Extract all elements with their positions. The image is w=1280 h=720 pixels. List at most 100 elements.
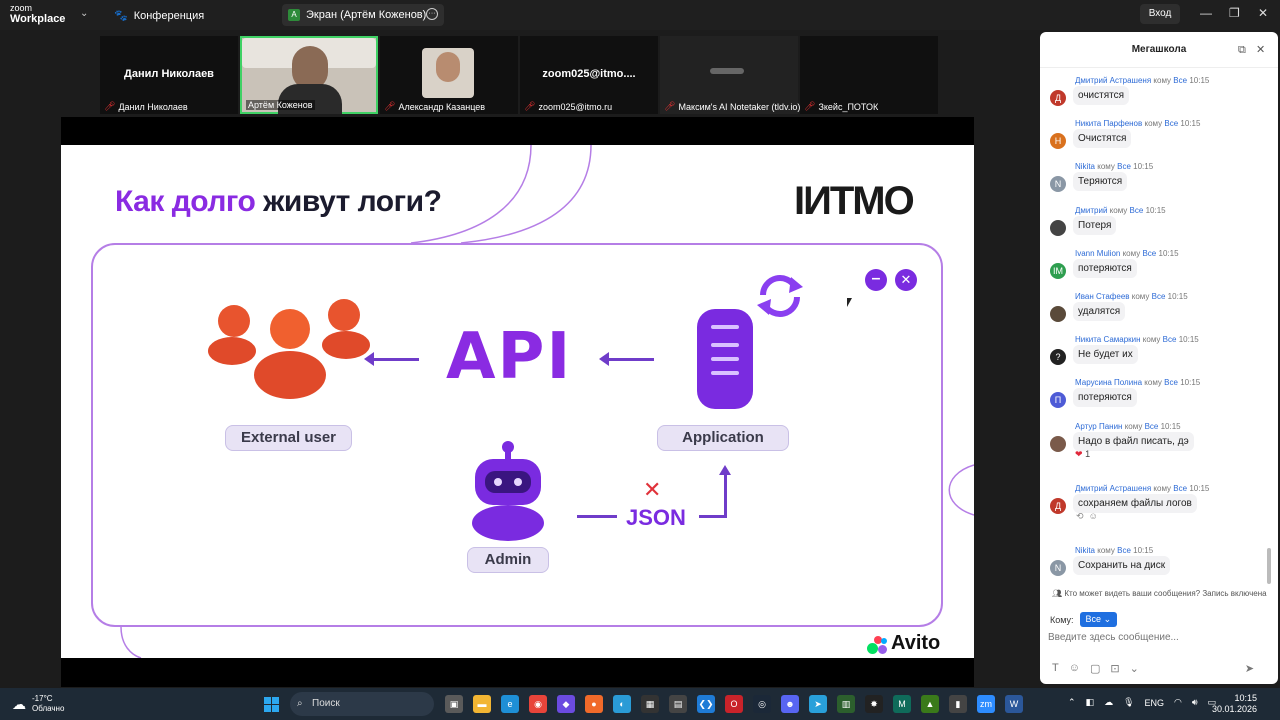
arrow-head-left	[364, 352, 374, 366]
participant-tile[interactable]: 🎤︎ Зкейс_ПОТОК	[800, 36, 938, 114]
app-icon[interactable]: M	[893, 695, 911, 713]
weather-widget[interactable]: ☁ -17°C Облачно	[12, 694, 64, 714]
sender-name[interactable]: Марусина Полина	[1075, 378, 1142, 387]
recipient: Все	[1129, 205, 1144, 215]
more-icon[interactable]: ···	[426, 8, 438, 20]
close-icon[interactable]: ✕	[1256, 32, 1265, 68]
chevron-down-icon[interactable]: ⌄	[80, 8, 88, 19]
participant-strip: Данил Николаев 🎤︎ Данил Николаев Артём Ко…	[100, 36, 938, 114]
close-icon[interactable]: ✕	[1258, 6, 1268, 20]
participant-tile[interactable]: zoom025@itmo.... 🎤︎ zoom025@itmo.ru	[520, 36, 658, 114]
to-word: кому	[1142, 335, 1161, 345]
app-icon[interactable]: ✸	[865, 695, 883, 713]
recipient-select[interactable]: Все ⌄	[1079, 612, 1118, 627]
taskbar-search[interactable]: ⌕ Поиск	[290, 692, 434, 716]
tab-screen-share[interactable]: A Экран (Артём Коженов) ···	[282, 4, 444, 26]
chat-message-input[interactable]	[1048, 632, 1248, 643]
message-time: 10:15	[1180, 378, 1201, 388]
reaction-heart[interactable]: ❤ 1	[1075, 449, 1090, 460]
file-icon[interactable]: ▢	[1090, 662, 1100, 675]
to-word: кому	[1131, 292, 1150, 301]
popout-icon[interactable]: ⧉	[1238, 32, 1246, 68]
minimize-icon[interactable]: —	[1200, 6, 1212, 20]
zoom-app-icon[interactable]: zm	[977, 695, 995, 713]
temperature: -17°C	[32, 694, 53, 703]
participant-name: Александр Казанцев	[398, 101, 486, 112]
discord-icon[interactable]: ☻	[781, 695, 799, 713]
add-reaction-icon[interactable]: ☺	[1089, 511, 1098, 521]
participant-label: 🎤︎ Максим's AI Notetaker (tldv.io)	[664, 101, 800, 112]
chat-scrollbar[interactable]	[1267, 548, 1271, 584]
chevron-up-icon[interactable]: ⌃	[1068, 697, 1076, 708]
language-indicator[interactable]: ENG	[1145, 698, 1165, 708]
login-button[interactable]: Вход	[1140, 4, 1180, 24]
calendar-icon[interactable]: ▤	[669, 695, 687, 713]
telegram-icon[interactable]: ➤	[809, 695, 827, 713]
app-icon[interactable]: ◐	[613, 695, 631, 713]
app-icon[interactable]: ▲	[921, 695, 939, 713]
app-icon[interactable]: ◆	[557, 695, 575, 713]
avatar: П	[1050, 392, 1066, 409]
app-icon[interactable]: ▮	[949, 695, 967, 713]
message-meta: Артур Панин кому Все 10:15	[1075, 422, 1181, 431]
more-icon[interactable]: ⌄	[1130, 662, 1139, 675]
sender-name[interactable]: Дмитрий	[1075, 206, 1107, 215]
send-icon[interactable]: ➤	[1245, 662, 1254, 675]
search-label: Поиск	[312, 698, 340, 709]
start-icon[interactable]	[264, 697, 279, 712]
reply-icon[interactable]: ⟲	[1076, 511, 1084, 521]
recipient: Все	[1142, 248, 1157, 258]
sender-name[interactable]: Дмитрий Астрашеня	[1075, 484, 1151, 493]
clock[interactable]: 10:15 30.01.2026	[1212, 693, 1257, 715]
emoji-icon[interactable]: ☺	[1069, 662, 1080, 675]
task-view-icon[interactable]: ▣	[445, 695, 463, 713]
file-explorer-icon[interactable]: ▬	[473, 695, 491, 713]
message-meta: Дмитрий Астрашеня кому Все 10:15	[1075, 484, 1209, 493]
app-icon[interactable]: ▦	[641, 695, 659, 713]
recipient: Все	[1173, 76, 1188, 85]
message-time: 10:15	[1180, 119, 1201, 129]
edge-icon[interactable]: e	[501, 695, 519, 713]
to-word: кому	[1097, 546, 1115, 555]
tray-app-icon[interactable]: ☁	[1104, 697, 1113, 708]
conference-menu[interactable]: 🐾 Конференция	[114, 9, 204, 23]
restore-icon[interactable]: ❐	[1229, 6, 1240, 20]
sender-name[interactable]: Иван Стафеев	[1075, 292, 1130, 301]
screenshot-icon[interactable]: ⊡	[1110, 662, 1119, 675]
steam-icon[interactable]: ◎	[753, 695, 771, 713]
chrome-icon[interactable]: ◉	[529, 695, 547, 713]
format-text-icon[interactable]: T	[1052, 662, 1059, 675]
participant-tile-active[interactable]: Артём Коженов	[240, 36, 378, 114]
privacy-notice[interactable]: 👥︎ Кто может видеть ваши сообщения? Запи…	[1052, 589, 1267, 598]
message-text: очистятся	[1073, 86, 1130, 105]
message-time: 10:15	[1189, 76, 1210, 85]
vscode-icon[interactable]: ❮❯	[697, 695, 715, 713]
word-icon[interactable]: W	[1005, 695, 1023, 713]
sender-name[interactable]: Nikita	[1075, 162, 1095, 171]
privacy-text: Кто может видеть ваши сообщения? Запись …	[1064, 589, 1267, 598]
participant-tile[interactable]: Данил Николаев 🎤︎ Данил Николаев	[100, 36, 238, 114]
arrow-line	[577, 515, 617, 518]
to-word: кому	[1144, 378, 1162, 388]
tray-app-icon[interactable]: ◧	[1086, 697, 1095, 708]
weather-desc: Облачно	[32, 704, 65, 713]
sender-name[interactable]: Никита Самаркин	[1075, 335, 1141, 344]
app-icon[interactable]: ●	[585, 695, 603, 713]
volume-icon[interactable]: 🔊︎	[1192, 697, 1198, 708]
participant-label: 🎤︎ Зкейс_ПОТОК	[804, 101, 878, 112]
participant-name-large: Данил Николаев	[124, 68, 214, 80]
sender-name[interactable]: Nikita	[1075, 546, 1095, 555]
mic-icon[interactable]: 🎙︎	[1123, 697, 1134, 708]
participant-tile[interactable]: 🎤︎ Максим's AI Notetaker (tldv.io)	[660, 36, 800, 114]
sender-name[interactable]: Никита Парфенов	[1075, 119, 1142, 128]
sender-name[interactable]: Артур Панин	[1075, 422, 1122, 431]
app-icon[interactable]: ▥	[837, 695, 855, 713]
wifi-icon[interactable]: ◠	[1174, 697, 1182, 708]
participant-tile[interactable]: 🎤︎ Александр Казанцев	[380, 36, 518, 114]
sender-name[interactable]: Дмитрий Астрашеня	[1075, 76, 1151, 85]
arrow-head-up	[719, 465, 731, 475]
opera-icon[interactable]: O	[725, 695, 743, 713]
message-text: сохраняем файлы логов	[1073, 493, 1197, 513]
sender-name[interactable]: Ivann Mulion	[1075, 249, 1120, 258]
message-text: Не будет их	[1073, 345, 1138, 365]
